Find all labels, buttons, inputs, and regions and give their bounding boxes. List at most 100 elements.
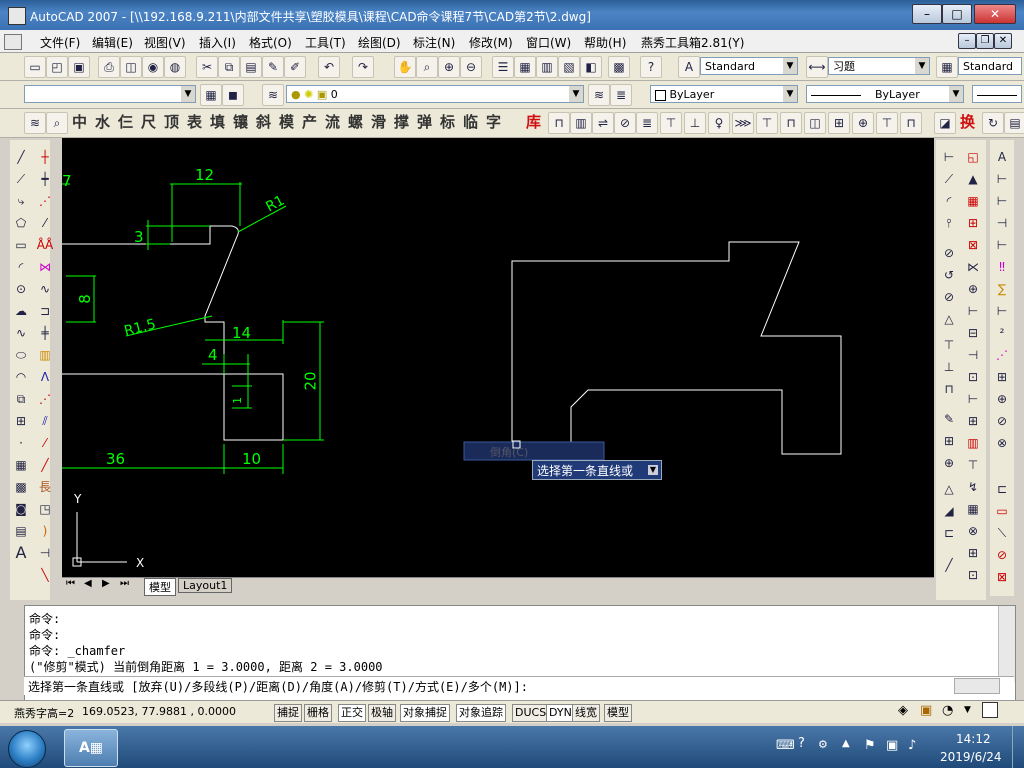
yx-right-10-icon[interactable]: ⊥: [940, 358, 958, 376]
new-file-icon[interactable]: ▭: [24, 56, 46, 78]
yx-far-10-icon[interactable]: ⋰: [993, 346, 1011, 364]
3d-dwf-icon[interactable]: ◍: [164, 56, 186, 78]
tab-first-icon[interactable]: ⏮: [66, 578, 75, 589]
yanxiu-tool-13-icon[interactable]: ⊞: [828, 112, 850, 134]
yx-far-19-icon[interactable]: ⊠: [993, 568, 1011, 586]
zoom-realtime-icon[interactable]: ⌕: [416, 56, 438, 78]
yx-left-18-icon[interactable]: ): [36, 522, 54, 540]
table-style-select[interactable]: Standard: [958, 57, 1022, 75]
yx-right-29-icon[interactable]: ⊡: [964, 368, 982, 386]
text-style-icon[interactable]: A: [678, 56, 700, 78]
yanxiu-tool-4-icon[interactable]: ⊘: [614, 112, 636, 134]
yx-far-9-icon[interactable]: ²: [993, 324, 1011, 342]
table-icon[interactable]: ▤: [12, 522, 30, 540]
model-toggle[interactable]: 模型: [604, 704, 632, 722]
layer-previous2-icon[interactable]: ≣: [610, 84, 632, 106]
show-desktop-button[interactable]: [1012, 726, 1024, 768]
yanxiu-char-12[interactable]: 流: [325, 112, 340, 132]
yx-left-13-icon[interactable]: ⫽: [36, 412, 54, 430]
arc-icon[interactable]: ◜: [12, 258, 30, 276]
tab-next-icon[interactable]: ▶: [102, 578, 110, 589]
yanxiu-tool-10-icon[interactable]: ⊤: [756, 112, 778, 134]
help-tray-icon[interactable]: ?: [798, 736, 805, 751]
menu-draw[interactable]: 绘图(D): [358, 34, 401, 51]
yx-right-36-icon[interactable]: ⊗: [964, 522, 982, 540]
dim-style-icon[interactable]: ⟷: [806, 56, 828, 78]
yx-far-18-icon[interactable]: ⊘: [993, 546, 1011, 564]
yx-left-7-icon[interactable]: ∿: [36, 280, 54, 298]
yanxiu-char-8[interactable]: 镶: [233, 112, 248, 132]
yx-right-1-icon[interactable]: ⊢: [940, 148, 958, 166]
yanxiu-tool-11-icon[interactable]: ⊓: [780, 112, 802, 134]
yx-far-12-icon[interactable]: ⊕: [993, 390, 1011, 408]
yx-far-13-icon[interactable]: ⊘: [993, 412, 1011, 430]
spline-icon[interactable]: ∿: [12, 324, 30, 342]
otrack-toggle[interactable]: 对象追踪: [456, 704, 506, 722]
yanxiu-char-2[interactable]: 水: [95, 112, 110, 132]
yx-right-26-icon[interactable]: ⊢: [964, 302, 982, 320]
lineweight-select[interactable]: [972, 85, 1022, 103]
plot-preview-icon[interactable]: ◫: [120, 56, 142, 78]
open-file-icon[interactable]: ◰: [46, 56, 68, 78]
osnap-toggle[interactable]: 对象捕捉: [400, 704, 450, 722]
yx-left-12-icon[interactable]: ⋰: [36, 390, 54, 408]
design-center-icon[interactable]: ▦: [514, 56, 536, 78]
yx-right-32-icon[interactable]: ▥: [964, 434, 982, 452]
ortho-toggle[interactable]: 正交: [338, 704, 366, 722]
show-hidden-icons[interactable]: ▲: [842, 738, 850, 749]
close-button[interactable]: ✕: [974, 4, 1016, 24]
command-h-scroll[interactable]: [954, 678, 1000, 694]
yx-right-34-icon[interactable]: ↯: [964, 478, 982, 496]
dropdown-arrow-icon[interactable]: ▼: [648, 465, 658, 475]
menu-file[interactable]: 文件(F): [40, 34, 80, 51]
doc-restore-button[interactable]: ❐: [976, 33, 994, 49]
tab-last-icon[interactable]: ⏭: [120, 578, 129, 589]
workspace-select[interactable]: ▼: [24, 85, 196, 103]
yanxiu-tool-1-icon[interactable]: ⊓: [548, 112, 570, 134]
clock-date[interactable]: 2019/6/24: [940, 750, 1002, 764]
yx-left-8-icon[interactable]: ⊐: [36, 302, 54, 320]
yanxiu-tool-16-icon[interactable]: ⊓: [900, 112, 922, 134]
yanxiu-zoom-icon[interactable]: ⌕: [46, 112, 68, 134]
color-select[interactable]: ByLayer ▼: [650, 85, 798, 103]
status-menu-icon[interactable]: ▼: [964, 705, 971, 715]
yx-right-11-icon[interactable]: ⊓: [940, 380, 958, 398]
paste-icon[interactable]: ▤: [240, 56, 262, 78]
layer-select[interactable]: ● ✺ ▣ 0 ▼: [286, 85, 584, 103]
menu-edit[interactable]: 编辑(E): [92, 34, 133, 51]
yx-far-5-icon[interactable]: ⊢: [993, 236, 1011, 254]
lineweight-toggle[interactable]: 线宽: [572, 704, 600, 722]
yanxiu-char-10[interactable]: 模: [279, 112, 294, 132]
yx-right-9-icon[interactable]: ⊤: [940, 336, 958, 354]
autocad-app-icon[interactable]: [8, 7, 26, 25]
yx-right-16-icon[interactable]: ◢: [940, 502, 958, 520]
yx-right-18-icon[interactable]: ╱: [940, 556, 958, 574]
yanxiu-library-button[interactable]: 库: [526, 112, 541, 132]
menu-window[interactable]: 窗口(W): [526, 34, 571, 51]
yx-left-5-icon[interactable]: ÅÅ: [36, 236, 54, 254]
document-icon[interactable]: [4, 34, 22, 50]
yx-left-20-icon[interactable]: ╲: [36, 566, 54, 584]
command-scrollbar[interactable]: [998, 606, 1015, 682]
yanxiu-char-6[interactable]: 表: [187, 112, 202, 132]
zoom-window-icon[interactable]: ⊕: [438, 56, 460, 78]
mtext-icon[interactable]: A: [12, 544, 30, 562]
ducs-toggle[interactable]: DUCS: [512, 704, 550, 722]
network-icon[interactable]: ▣: [886, 738, 898, 753]
yanxiu-tool-9-icon[interactable]: ⋙: [732, 112, 754, 134]
linetype-select[interactable]: ByLayer ▼: [806, 85, 964, 103]
tool-palettes-icon[interactable]: ▥: [536, 56, 558, 78]
tab-layout1[interactable]: Layout1: [178, 578, 233, 593]
zoom-previous-icon[interactable]: ⊖: [460, 56, 482, 78]
yx-right-2-icon[interactable]: ⟋: [940, 170, 958, 188]
yanxiu-char-18[interactable]: 临: [463, 112, 478, 132]
yanxiu-tool-14-icon[interactable]: ⊕: [852, 112, 874, 134]
yx-right-25-icon[interactable]: ⊕: [964, 280, 982, 298]
help-icon[interactable]: ?: [640, 56, 662, 78]
make-block-icon[interactable]: ⊞: [12, 412, 30, 430]
yx-right-14-icon[interactable]: ⊕: [940, 454, 958, 472]
yanxiu-layer-icon[interactable]: ≋: [24, 112, 46, 134]
make-current-layer-icon[interactable]: ≋: [588, 84, 610, 106]
match-properties-icon[interactable]: ✎: [262, 56, 284, 78]
redo-icon[interactable]: ↷: [352, 56, 374, 78]
